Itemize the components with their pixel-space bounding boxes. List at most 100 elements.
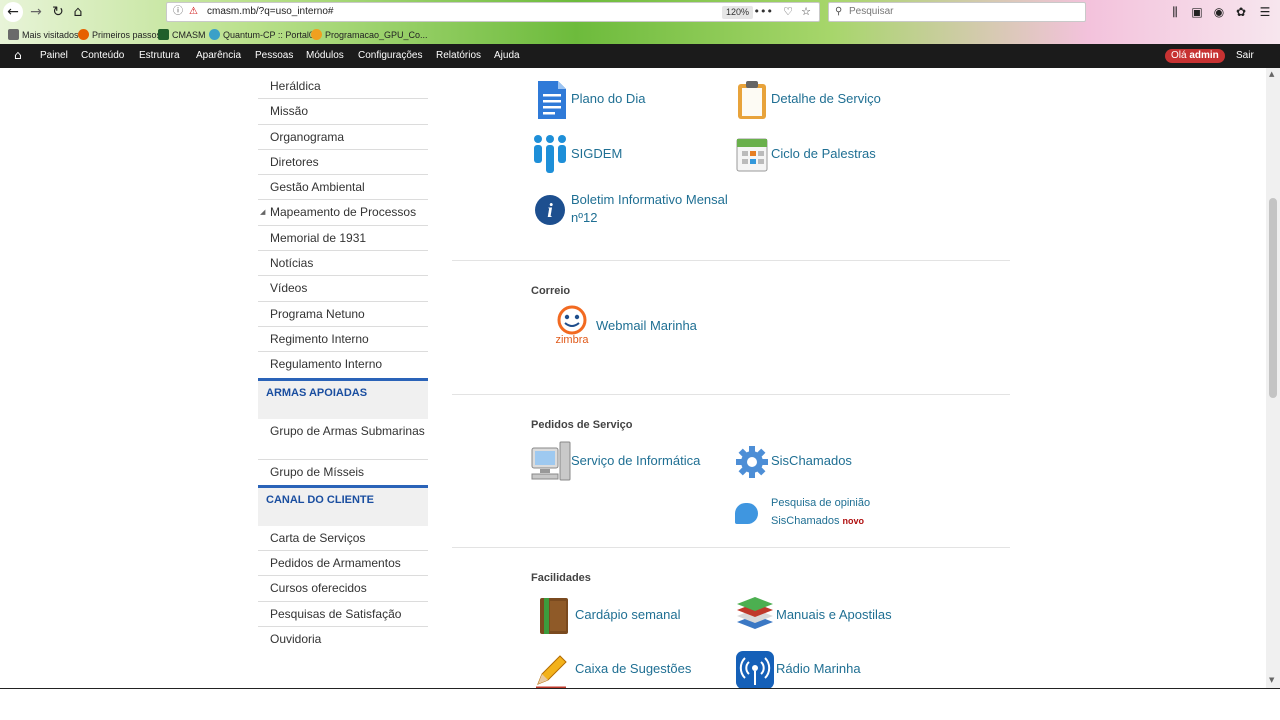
sidebar-menu: Heráldica Missão Organograma Diretores G… bbox=[258, 68, 428, 652]
sidebar-item-pedidos-armamentos[interactable]: Pedidos de Armamentos bbox=[258, 551, 428, 577]
sidebar-item-armas-submarinas[interactable]: Grupo de Armas Submarinas bbox=[258, 419, 428, 460]
sidebar-item-carta-servicos[interactable]: Carta de Serviços bbox=[258, 526, 428, 552]
divider bbox=[452, 394, 1010, 395]
site-info-icon[interactable]: ⓘ bbox=[173, 3, 183, 21]
radio-marinha-link[interactable]: Rádio Marinha bbox=[776, 660, 861, 678]
insecure-lock-icon[interactable]: ⚠ bbox=[189, 3, 198, 21]
sidebar-item-missao[interactable]: Missão bbox=[258, 99, 428, 125]
computer-icon[interactable] bbox=[530, 440, 572, 482]
sidebar-item-misseis[interactable]: Grupo de Mísseis bbox=[258, 460, 428, 485]
sidebar-item-videos[interactable]: Vídeos bbox=[258, 276, 428, 302]
chat-bubble-icon[interactable] bbox=[735, 503, 758, 524]
admin-menu-configuracoes[interactable]: Configurações bbox=[358, 44, 422, 68]
home-icon[interactable]: ⌂ bbox=[14, 48, 22, 62]
reload-icon[interactable]: ↻ bbox=[48, 2, 68, 22]
admin-menu-conteudo[interactable]: Conteúdo bbox=[81, 44, 124, 68]
sidebar-item-regulamento[interactable]: Regulamento Interno bbox=[258, 352, 428, 377]
zoom-level[interactable]: 120% bbox=[721, 6, 753, 19]
course-icon bbox=[311, 29, 322, 40]
bookmark-star-icon[interactable]: ☆ bbox=[801, 3, 811, 21]
gear-icon bbox=[8, 29, 19, 40]
calendar-icon[interactable] bbox=[734, 134, 770, 174]
sischamados-link[interactable]: SisChamados bbox=[771, 452, 852, 470]
sidebar-item-diretores[interactable]: Diretores bbox=[258, 150, 428, 176]
sidebar-item-noticias[interactable]: Notícias bbox=[258, 251, 428, 277]
forward-icon[interactable]: → bbox=[26, 2, 46, 22]
admin-menu-ajuda[interactable]: Ajuda bbox=[494, 44, 520, 68]
sidebar-item-programa-netuno[interactable]: Programa Netuno bbox=[258, 302, 428, 327]
divider bbox=[452, 260, 1010, 261]
admin-menu-estrutura[interactable]: Estrutura bbox=[139, 44, 180, 68]
sidebar-item-memorial[interactable]: Memorial de 1931 bbox=[258, 226, 428, 252]
admin-menu-aparencia[interactable]: Aparência bbox=[196, 44, 241, 68]
bookmark-primeiros-passos[interactable]: Primeiros passos bbox=[78, 28, 161, 42]
novo-badge: novo bbox=[842, 516, 865, 526]
admin-menu-relatorios[interactable]: Relatórios bbox=[436, 44, 481, 68]
home-icon[interactable]: ⌂ bbox=[68, 2, 88, 22]
sigdem-link[interactable]: SIGDEM bbox=[571, 145, 622, 163]
pocket-icon[interactable]: ♡ bbox=[783, 3, 793, 21]
servico-de-informatica-link[interactable]: Serviço de Informática bbox=[571, 452, 700, 470]
clipboard-icon[interactable] bbox=[734, 80, 770, 120]
flag-icon bbox=[158, 29, 169, 40]
svg-text:i: i bbox=[547, 200, 553, 222]
expand-arrow-icon[interactable]: ◢ bbox=[260, 200, 265, 225]
admin-menu-painel[interactable]: Painel bbox=[40, 44, 68, 68]
people-icon[interactable] bbox=[532, 134, 568, 174]
vertical-scrollbar[interactable]: ▲ ▼ bbox=[1266, 68, 1280, 688]
sidebar-item-mapeamento[interactable]: ◢ Mapeamento de Processos bbox=[258, 200, 428, 226]
user-badge[interactable]: Olá admin bbox=[1165, 49, 1225, 63]
scrollbar-thumb[interactable] bbox=[1269, 198, 1277, 398]
library-icon[interactable]: ⫼ bbox=[1166, 3, 1184, 21]
admin-menu-pessoas[interactable]: Pessoas bbox=[255, 44, 293, 68]
scroll-up-arrow-icon[interactable]: ▲ bbox=[1269, 70, 1274, 78]
bookmark-quantum[interactable]: Quantum-CP :: Portal0 bbox=[209, 28, 314, 42]
bookmark-cmasm[interactable]: CMASM bbox=[158, 28, 206, 42]
bookmarks-toolbar: Mais visitados Primeiros passos CMASM Qu… bbox=[0, 26, 1280, 44]
radio-icon[interactable] bbox=[735, 650, 775, 688]
detalhe-de-servico-link[interactable]: Detalhe de Serviço bbox=[771, 90, 881, 108]
menu-book-icon[interactable] bbox=[536, 596, 572, 636]
logout-link[interactable]: Sair bbox=[1236, 44, 1254, 68]
books-icon[interactable] bbox=[734, 592, 776, 634]
sidebar-item-pesquisas[interactable]: Pesquisas de Satisfação bbox=[258, 602, 428, 628]
ciclo-de-palestras-link[interactable]: Ciclo de Palestras bbox=[771, 145, 876, 163]
plano-do-dia-link[interactable]: Plano do Dia bbox=[571, 90, 645, 108]
search-bar[interactable]: ⚲ Pesquisar bbox=[828, 2, 1086, 22]
sidebar-item-regimento[interactable]: Regimento Interno bbox=[258, 327, 428, 353]
bookmark-mais-visitados[interactable]: Mais visitados bbox=[8, 28, 79, 42]
scroll-down-arrow-icon[interactable]: ▼ bbox=[1269, 676, 1274, 684]
bookmark-programacao[interactable]: Programacao_GPU_Co... bbox=[311, 28, 428, 42]
extension-icon[interactable]: ✿ bbox=[1232, 3, 1250, 21]
pencil-icon[interactable] bbox=[534, 650, 570, 688]
pesquisa-opiniao-link[interactable]: Pesquisa de opinião SisChamados novo bbox=[771, 494, 911, 530]
correio-heading: Correio bbox=[531, 285, 571, 297]
sidebar-item-gestao-ambiental[interactable]: Gestão Ambiental bbox=[258, 175, 428, 201]
search-placeholder[interactable]: Pesquisar bbox=[849, 3, 893, 21]
page-actions-icon[interactable]: ••• bbox=[754, 3, 773, 21]
url-text[interactable]: cmasm.mb/?q=uso_interno# bbox=[207, 3, 333, 21]
sidebar-item-cursos[interactable]: Cursos oferecidos bbox=[258, 576, 428, 602]
zimbra-icon[interactable]: zimbra bbox=[550, 304, 594, 346]
account-icon[interactable]: ◉ bbox=[1210, 3, 1228, 21]
url-bar[interactable]: ⓘ ⚠ cmasm.mb/?q=uso_interno# 120% ••• ♡ … bbox=[166, 2, 820, 22]
navigation-toolbar: ← → ↻ ⌂ ⓘ ⚠ cmasm.mb/?q=uso_interno# 120… bbox=[0, 0, 1280, 24]
sidebar-heading-canal: CANAL DO CLIENTE bbox=[258, 484, 428, 526]
sidebar-item-ouvidoria[interactable]: Ouvidoria bbox=[258, 627, 428, 652]
document-icon[interactable] bbox=[534, 80, 570, 120]
menu-icon[interactable]: ☰ bbox=[1256, 3, 1274, 21]
boletim-link[interactable]: Boletim Informativo Mensal nº12 bbox=[571, 191, 728, 227]
back-icon[interactable]: ← bbox=[3, 2, 23, 22]
browser-chrome: ← → ↻ ⌂ ⓘ ⚠ cmasm.mb/?q=uso_interno# 120… bbox=[0, 0, 1280, 44]
sidebar-item-organograma[interactable]: Organograma bbox=[258, 125, 428, 150]
admin-menu-modulos[interactable]: Módulos bbox=[306, 44, 344, 68]
sidebar-item-heraldica[interactable]: Heráldica bbox=[258, 74, 428, 100]
sidebar-toggle-icon[interactable]: ▣ bbox=[1188, 3, 1206, 21]
caixa-sugestoes-link[interactable]: Caixa de Sugestões bbox=[575, 660, 691, 678]
info-icon[interactable]: i bbox=[534, 190, 570, 230]
gear-icon[interactable] bbox=[734, 442, 770, 482]
webmail-marinha-link[interactable]: Webmail Marinha bbox=[596, 317, 697, 335]
cardapio-semanal-link[interactable]: Cardápio semanal bbox=[575, 606, 681, 624]
pedidos-heading: Pedidos de Serviço bbox=[531, 419, 633, 431]
manuais-apostilas-link[interactable]: Manuais e Apostilas bbox=[776, 606, 892, 624]
